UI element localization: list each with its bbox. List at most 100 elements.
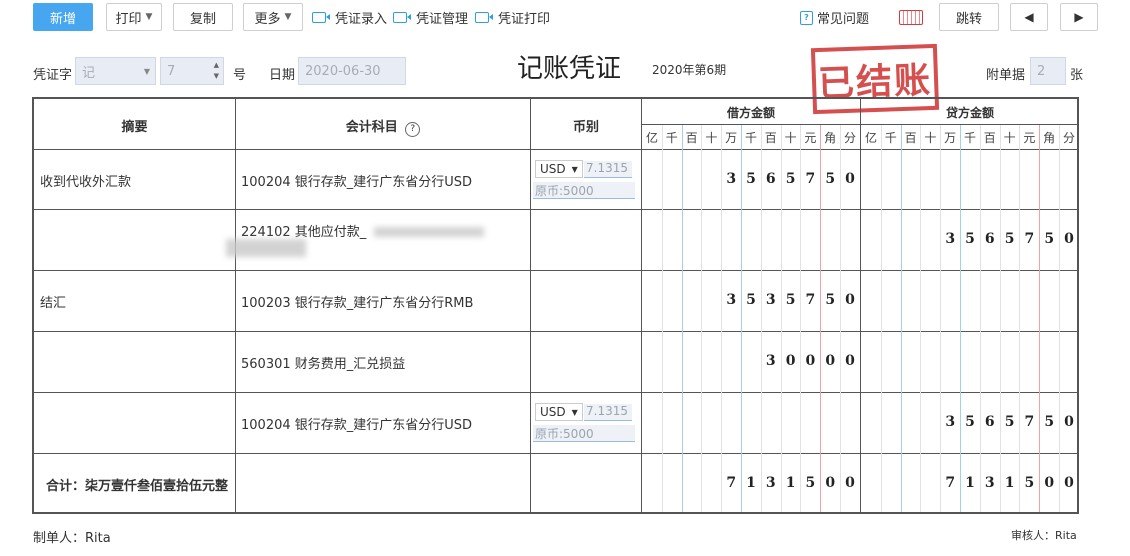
debit-digit: 3 bbox=[765, 292, 776, 308]
debit-digit: 3 bbox=[726, 171, 737, 187]
credit-digit: 6 bbox=[984, 414, 995, 430]
unit-label: 元 bbox=[804, 131, 817, 145]
unit-label: 千 bbox=[963, 131, 976, 145]
debit-digit: 3 bbox=[726, 292, 737, 308]
voucher-manage-link[interactable]: 凭证管理 bbox=[393, 8, 468, 27]
unit-label: 千 bbox=[744, 131, 757, 145]
credit-digit: 5 bbox=[1004, 414, 1015, 430]
digit-divider bbox=[661, 125, 663, 512]
unit-label: 分 bbox=[1062, 131, 1075, 145]
debit-digit: 5 bbox=[825, 171, 836, 187]
debit-digit: 0 bbox=[845, 171, 855, 187]
voucher-print-link[interactable]: 凭证打印 bbox=[475, 8, 550, 27]
row-summary[interactable]: 收到代收外汇款 bbox=[40, 171, 131, 190]
video-icon bbox=[312, 12, 330, 23]
debit-digit: 3 bbox=[765, 353, 776, 369]
debit-digit: 5 bbox=[785, 171, 796, 187]
digit-divider bbox=[999, 125, 1001, 512]
unit-label: 十 bbox=[924, 131, 937, 145]
video-icon bbox=[393, 12, 411, 23]
help-circle-icon[interactable]: ? bbox=[405, 122, 421, 137]
col-divider bbox=[860, 99, 861, 512]
total-debit-digit: 1 bbox=[785, 475, 796, 491]
col-summary-header: 摘要 bbox=[121, 120, 148, 135]
date-label: 日期 bbox=[269, 68, 296, 83]
row-account[interactable]: 100203 银行存款_建行广东省分行RMB bbox=[241, 292, 473, 311]
exchange-rate-input[interactable]: 7.1315 bbox=[584, 161, 632, 178]
copy-button[interactable]: 复制 bbox=[173, 3, 233, 31]
keyboard-icon[interactable] bbox=[899, 10, 923, 25]
total-debit-digit: 1 bbox=[746, 475, 756, 491]
col-divider bbox=[641, 99, 642, 512]
credit-digit: 7 bbox=[1024, 231, 1035, 247]
chevron-down-icon: ▼ bbox=[571, 407, 578, 417]
digit-divider bbox=[940, 125, 942, 512]
credit-digit: 5 bbox=[1004, 231, 1015, 247]
row-summary[interactable]: 结汇 bbox=[40, 292, 66, 311]
redacted-mask bbox=[226, 239, 306, 257]
unit-label: 千 bbox=[665, 131, 678, 145]
credit-digit: 3 bbox=[945, 231, 956, 247]
stepper-arrows-icon[interactable]: ▲ ▼ bbox=[214, 60, 219, 82]
attachments-label: 附单据 bbox=[986, 68, 1026, 83]
debit-digit: 0 bbox=[825, 353, 836, 369]
row-account[interactable]: 560301 财务费用_汇兑损益 bbox=[241, 353, 405, 372]
digit-divider bbox=[1039, 125, 1041, 512]
digit-divider bbox=[701, 125, 703, 512]
more-button[interactable]: 更多 ▼ bbox=[243, 3, 303, 31]
original-amount-input[interactable]: 原币:5000 bbox=[533, 425, 635, 442]
total-credit-digit: 7 bbox=[945, 475, 956, 491]
debit-digit: 6 bbox=[765, 171, 776, 187]
row-account[interactable]: 100204 银行存款_建行广东省分行USD bbox=[241, 414, 472, 433]
col-currency-header: 币别 bbox=[572, 120, 599, 135]
row-account[interactable]: 100204 银行存款_建行广东省分行USD bbox=[241, 171, 472, 190]
debit-digit: 5 bbox=[825, 292, 836, 308]
digit-divider bbox=[960, 125, 961, 512]
arrow-right-icon: ▶ bbox=[1074, 10, 1084, 24]
more-button-label: 更多 bbox=[254, 11, 281, 27]
faq-link[interactable]: ? 常见问题 bbox=[800, 8, 869, 27]
credit-digit: 5 bbox=[1044, 414, 1055, 430]
unit-label: 亿 bbox=[864, 131, 877, 145]
date-field[interactable]: 2020-06-30 bbox=[298, 57, 406, 85]
prev-button[interactable]: ◀ bbox=[1010, 3, 1048, 31]
next-button[interactable]: ▶ bbox=[1060, 3, 1098, 31]
currency-select[interactable]: USD ▼ bbox=[535, 160, 583, 178]
chevron-down-icon: ▼ bbox=[571, 164, 578, 174]
currency-value: USD bbox=[540, 162, 566, 176]
debit-digit: 5 bbox=[746, 292, 756, 308]
redacted-mask bbox=[374, 227, 484, 237]
number-suffix: 号 bbox=[233, 68, 247, 83]
currency-value: USD bbox=[540, 405, 566, 419]
new-button[interactable]: 新增 bbox=[33, 3, 93, 31]
total-debit-digit: 0 bbox=[825, 475, 836, 491]
attachments-field[interactable]: 2 bbox=[1030, 57, 1066, 85]
voucher-number-stepper[interactable]: 7 ▲ ▼ bbox=[160, 57, 224, 85]
col-account-label: 会计科目 bbox=[345, 120, 398, 135]
original-amount-input[interactable]: 原币:5000 bbox=[533, 182, 635, 199]
period-label: 2020年第6期 bbox=[652, 63, 727, 77]
chevron-down-icon: ▼ bbox=[284, 12, 292, 22]
voucher-word-select[interactable]: 记 ▼ bbox=[75, 57, 156, 85]
col-divider bbox=[235, 99, 236, 512]
credit-digit: 5 bbox=[1044, 231, 1055, 247]
exchange-rate-input[interactable]: 7.1315 bbox=[584, 404, 632, 421]
total-credit-digit: 0 bbox=[1044, 475, 1055, 491]
voucher-manage-label: 凭证管理 bbox=[416, 12, 469, 27]
unit-label: 百 bbox=[685, 131, 698, 145]
credit-digit: 6 bbox=[984, 231, 995, 247]
digit-divider bbox=[900, 125, 902, 512]
print-button[interactable]: 打印 ▼ bbox=[106, 3, 162, 31]
digit-divider bbox=[979, 125, 981, 512]
currency-select[interactable]: USD ▼ bbox=[535, 403, 583, 421]
total-credit-digit: 1 bbox=[965, 475, 975, 491]
voucher-entry-link[interactable]: 凭证录入 bbox=[312, 8, 387, 27]
jump-button[interactable]: 跳转 bbox=[939, 3, 999, 31]
unit-label: 百 bbox=[764, 131, 777, 145]
debit-digit: 5 bbox=[785, 292, 796, 308]
total-credit-digit: 3 bbox=[984, 475, 995, 491]
voucher-word-label: 凭证字 bbox=[33, 68, 73, 83]
row-account[interactable]: 224102 其他应付款_ bbox=[241, 221, 366, 240]
voucher-number-value: 7 bbox=[167, 63, 176, 79]
credit-digit: 5 bbox=[965, 414, 975, 430]
